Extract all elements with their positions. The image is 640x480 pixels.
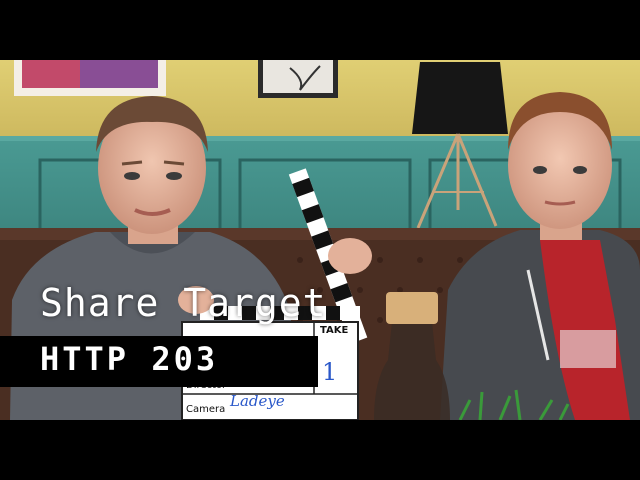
series-name: HTTP 203 xyxy=(40,340,219,378)
lamp-shade xyxy=(412,62,508,134)
video-title: Share Target xyxy=(40,281,327,325)
video-frame: TAKE 1 Director Ladeye Camera Share Targ… xyxy=(0,0,640,480)
slate-take-value: 1 xyxy=(322,358,338,386)
bottle-cork xyxy=(386,292,438,324)
slate-take-label: TAKE xyxy=(320,325,349,336)
slate-director-value: Ladeye xyxy=(230,392,285,410)
slate-camera-label: Camera xyxy=(186,404,226,415)
